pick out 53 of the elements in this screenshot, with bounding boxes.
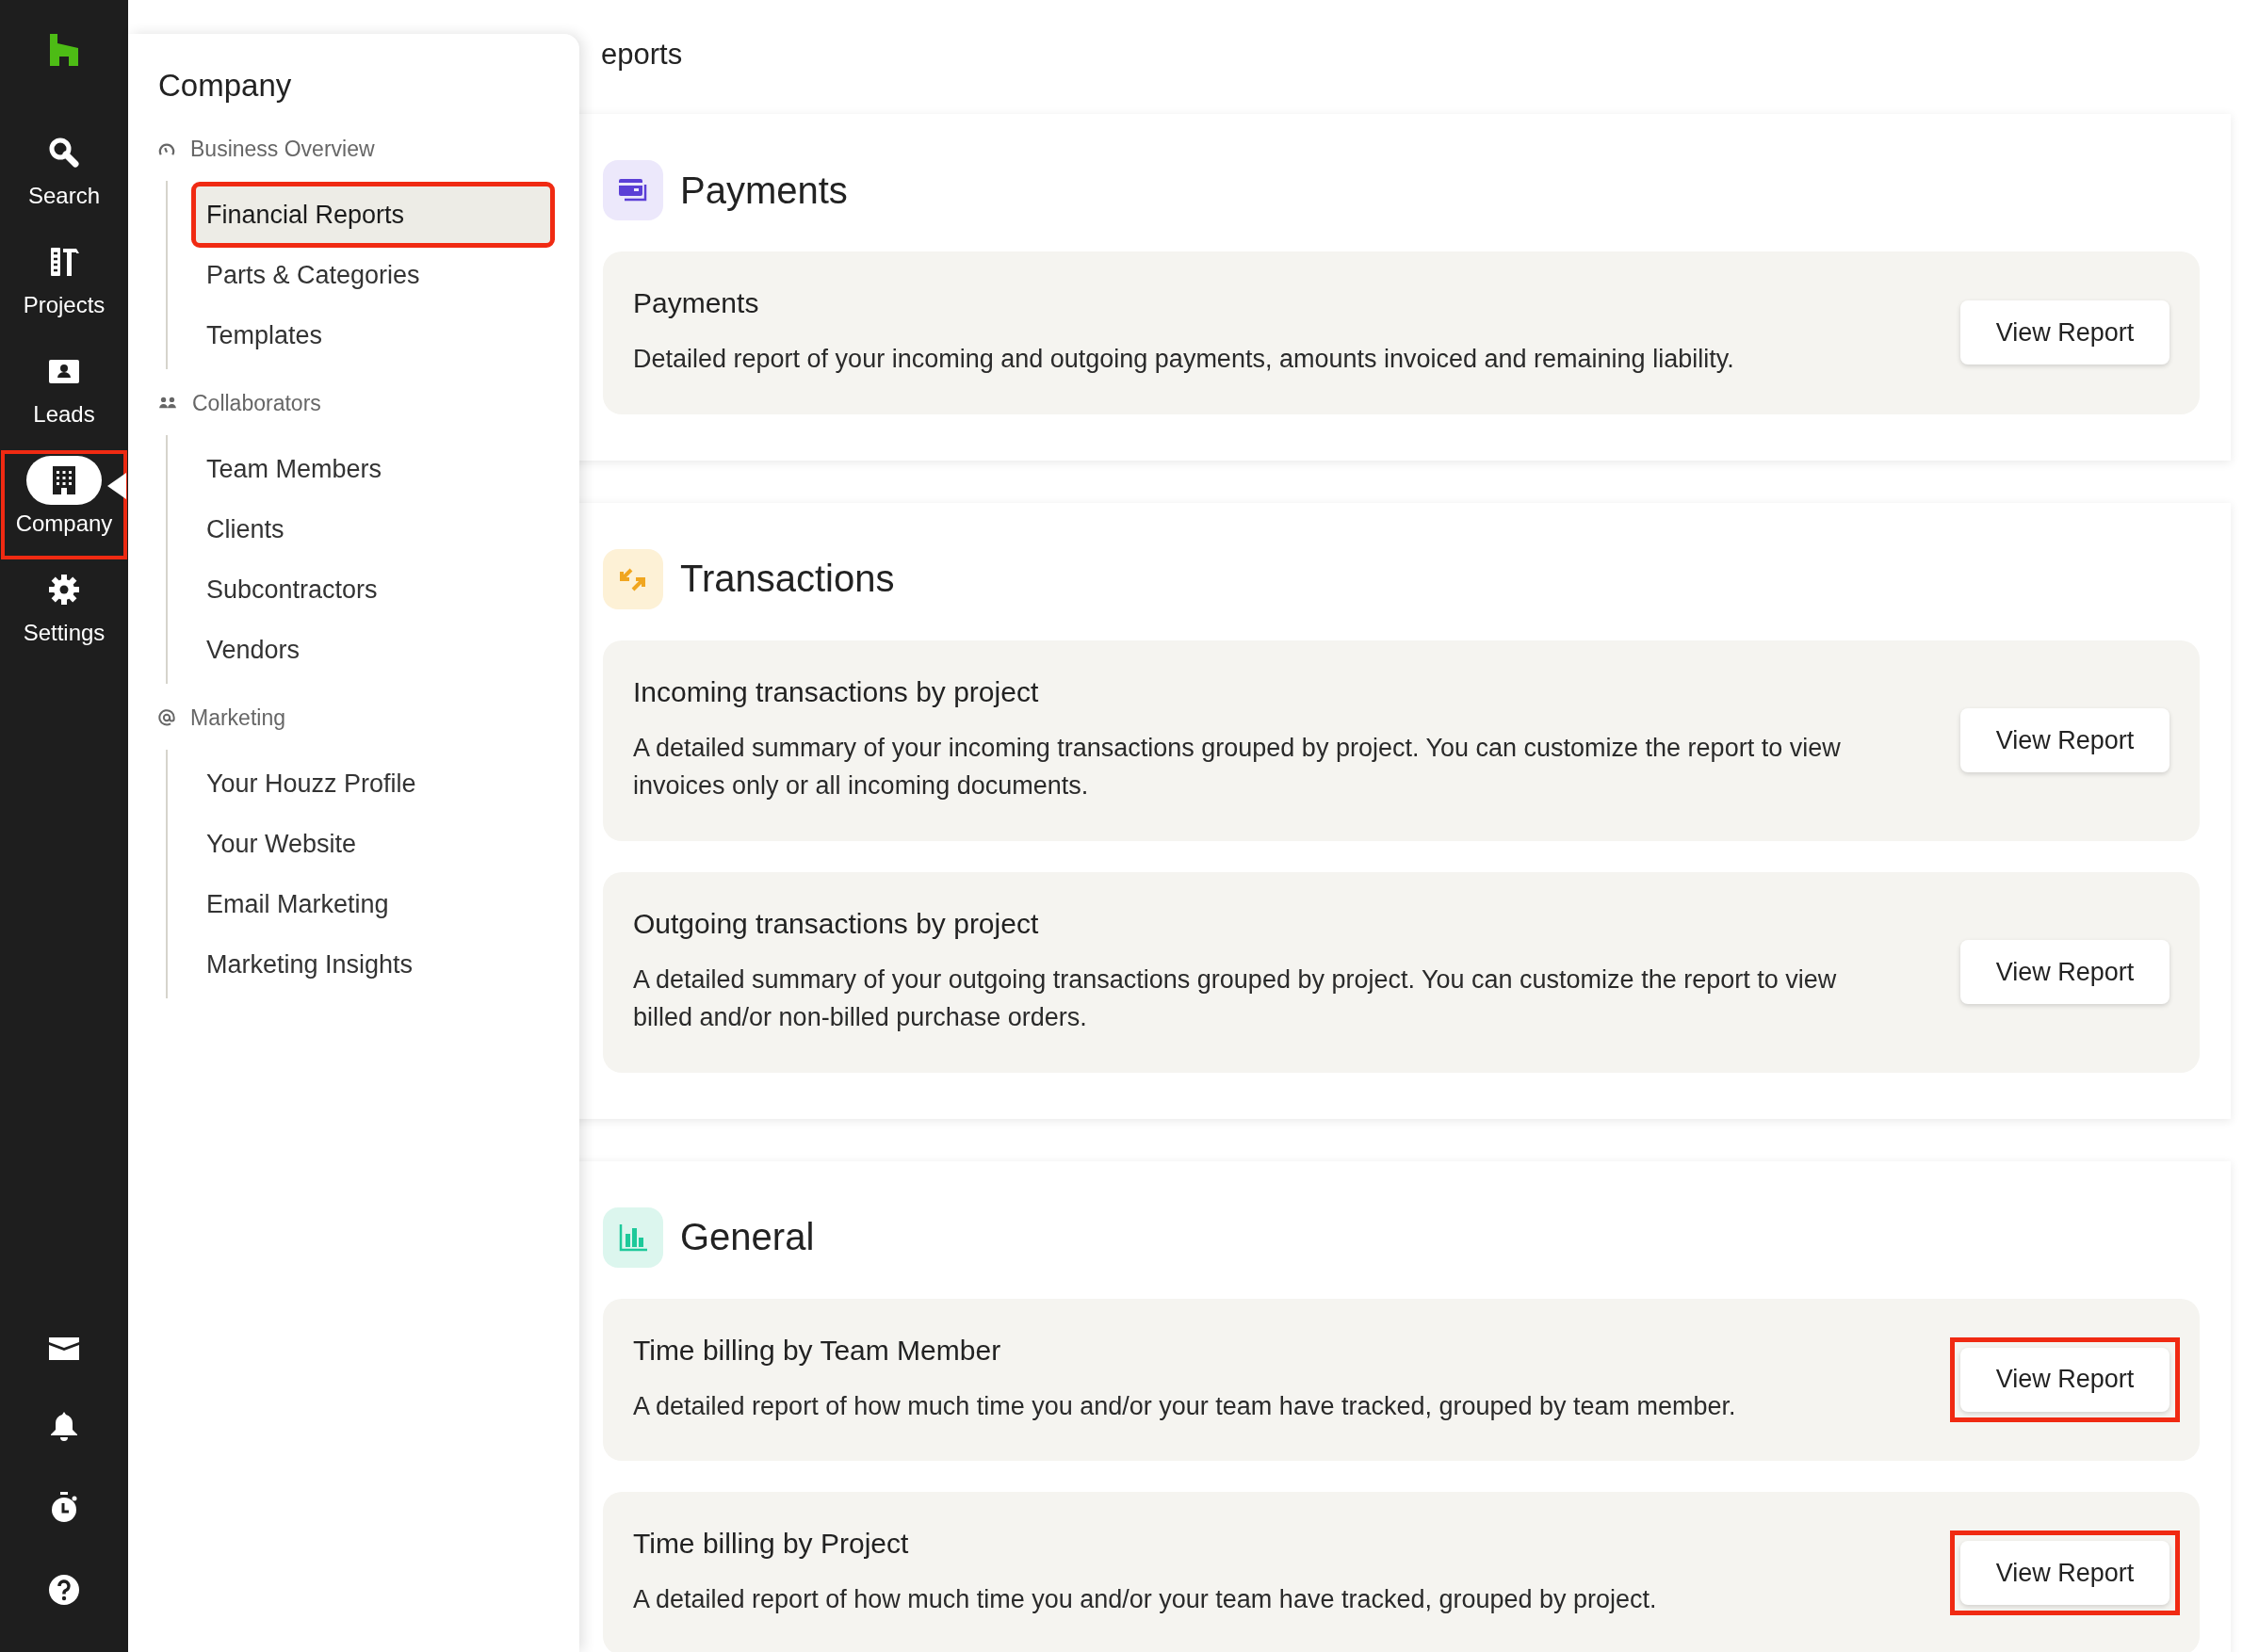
nav-item[interactable]: Leads bbox=[3, 343, 125, 448]
view-report-button[interactable]: View Report bbox=[1960, 1347, 2170, 1412]
submenu-title: Company bbox=[158, 68, 293, 104]
nav-item[interactable]: Company bbox=[3, 452, 125, 558]
view-report-button[interactable]: View Report bbox=[1960, 1541, 2170, 1606]
report-description: Detailed report of your incoming and outgoing payments, amounts invoiced and remaining liability. bbox=[633, 344, 1734, 375]
arrows-icon bbox=[603, 548, 663, 609]
help-icon[interactable] bbox=[49, 1575, 79, 1605]
view-report-button[interactable]: View Report bbox=[1960, 940, 2170, 1004]
nav-item[interactable]: Settings bbox=[3, 561, 125, 667]
group-label: Marketing bbox=[190, 705, 285, 731]
at-sign-icon bbox=[158, 709, 175, 726]
people-icon bbox=[158, 396, 177, 411]
group-label: Collaborators bbox=[192, 390, 321, 416]
logo-icon[interactable] bbox=[50, 34, 78, 66]
stopwatch-icon[interactable] bbox=[50, 1492, 78, 1524]
report-description: A detailed report of how much time you and/or your team have tracked, grouped by project. bbox=[633, 1584, 1657, 1615]
mail-icon[interactable] bbox=[49, 1337, 79, 1360]
wallet-icon bbox=[603, 160, 663, 220]
submenu-item[interactable]: Financial Reports bbox=[194, 185, 552, 245]
submenu-item[interactable]: Team Members bbox=[194, 439, 552, 499]
bar-chart-icon bbox=[603, 1207, 663, 1268]
submenu-item[interactable]: Clients bbox=[194, 499, 552, 559]
nav-item[interactable]: Search bbox=[3, 124, 125, 230]
pointer-arrow-icon bbox=[107, 473, 126, 499]
report-description: A detailed summary of your incoming transactions grouped by project. You can customize the report to view invoices only or all incoming documents. bbox=[633, 732, 1842, 802]
submenu-item[interactable]: Parts & Categories bbox=[194, 245, 552, 305]
submenu-item[interactable]: Templates bbox=[194, 305, 552, 365]
section-title: Transactions bbox=[680, 558, 895, 600]
submenu-item[interactable]: Your Website bbox=[194, 814, 552, 874]
section-title: General bbox=[680, 1216, 815, 1258]
page-title: eports bbox=[601, 38, 684, 72]
bell-icon[interactable] bbox=[49, 1411, 79, 1441]
search-icon bbox=[47, 136, 81, 170]
settings-icon bbox=[47, 573, 81, 607]
report-title: Payments bbox=[633, 287, 760, 319]
submenu-item[interactable]: Your Houzz Profile bbox=[194, 753, 552, 814]
group-label: Business Overview bbox=[190, 136, 375, 162]
submenu-item[interactable]: Marketing Insights bbox=[194, 934, 552, 995]
report-description: A detailed report of how much time you and/or your team have tracked, grouped by team member. bbox=[633, 1390, 1736, 1422]
report-title: Time billing by Team Member bbox=[633, 1334, 1002, 1367]
submenu-item[interactable]: Vendors bbox=[194, 620, 552, 680]
gauge-icon bbox=[158, 141, 175, 156]
report-title: Time billing by Project bbox=[633, 1528, 910, 1560]
view-report-button[interactable]: View Report bbox=[1960, 708, 2170, 772]
report-description: A detailed summary of your outgoing transactions grouped by project. You can customize the report to view billed and/or non-billed purchase orders. bbox=[633, 964, 1838, 1033]
view-report-button[interactable]: View Report bbox=[1960, 300, 2170, 365]
section-title: Payments bbox=[680, 169, 848, 212]
submenu-item[interactable]: Email Marketing bbox=[194, 874, 552, 934]
nav-item[interactable]: Projects bbox=[3, 234, 125, 339]
report-title: Incoming transactions by project bbox=[633, 675, 1040, 708]
submenu-item[interactable]: Subcontractors bbox=[194, 559, 552, 620]
report-title: Outgoing transactions by project bbox=[633, 907, 1040, 940]
